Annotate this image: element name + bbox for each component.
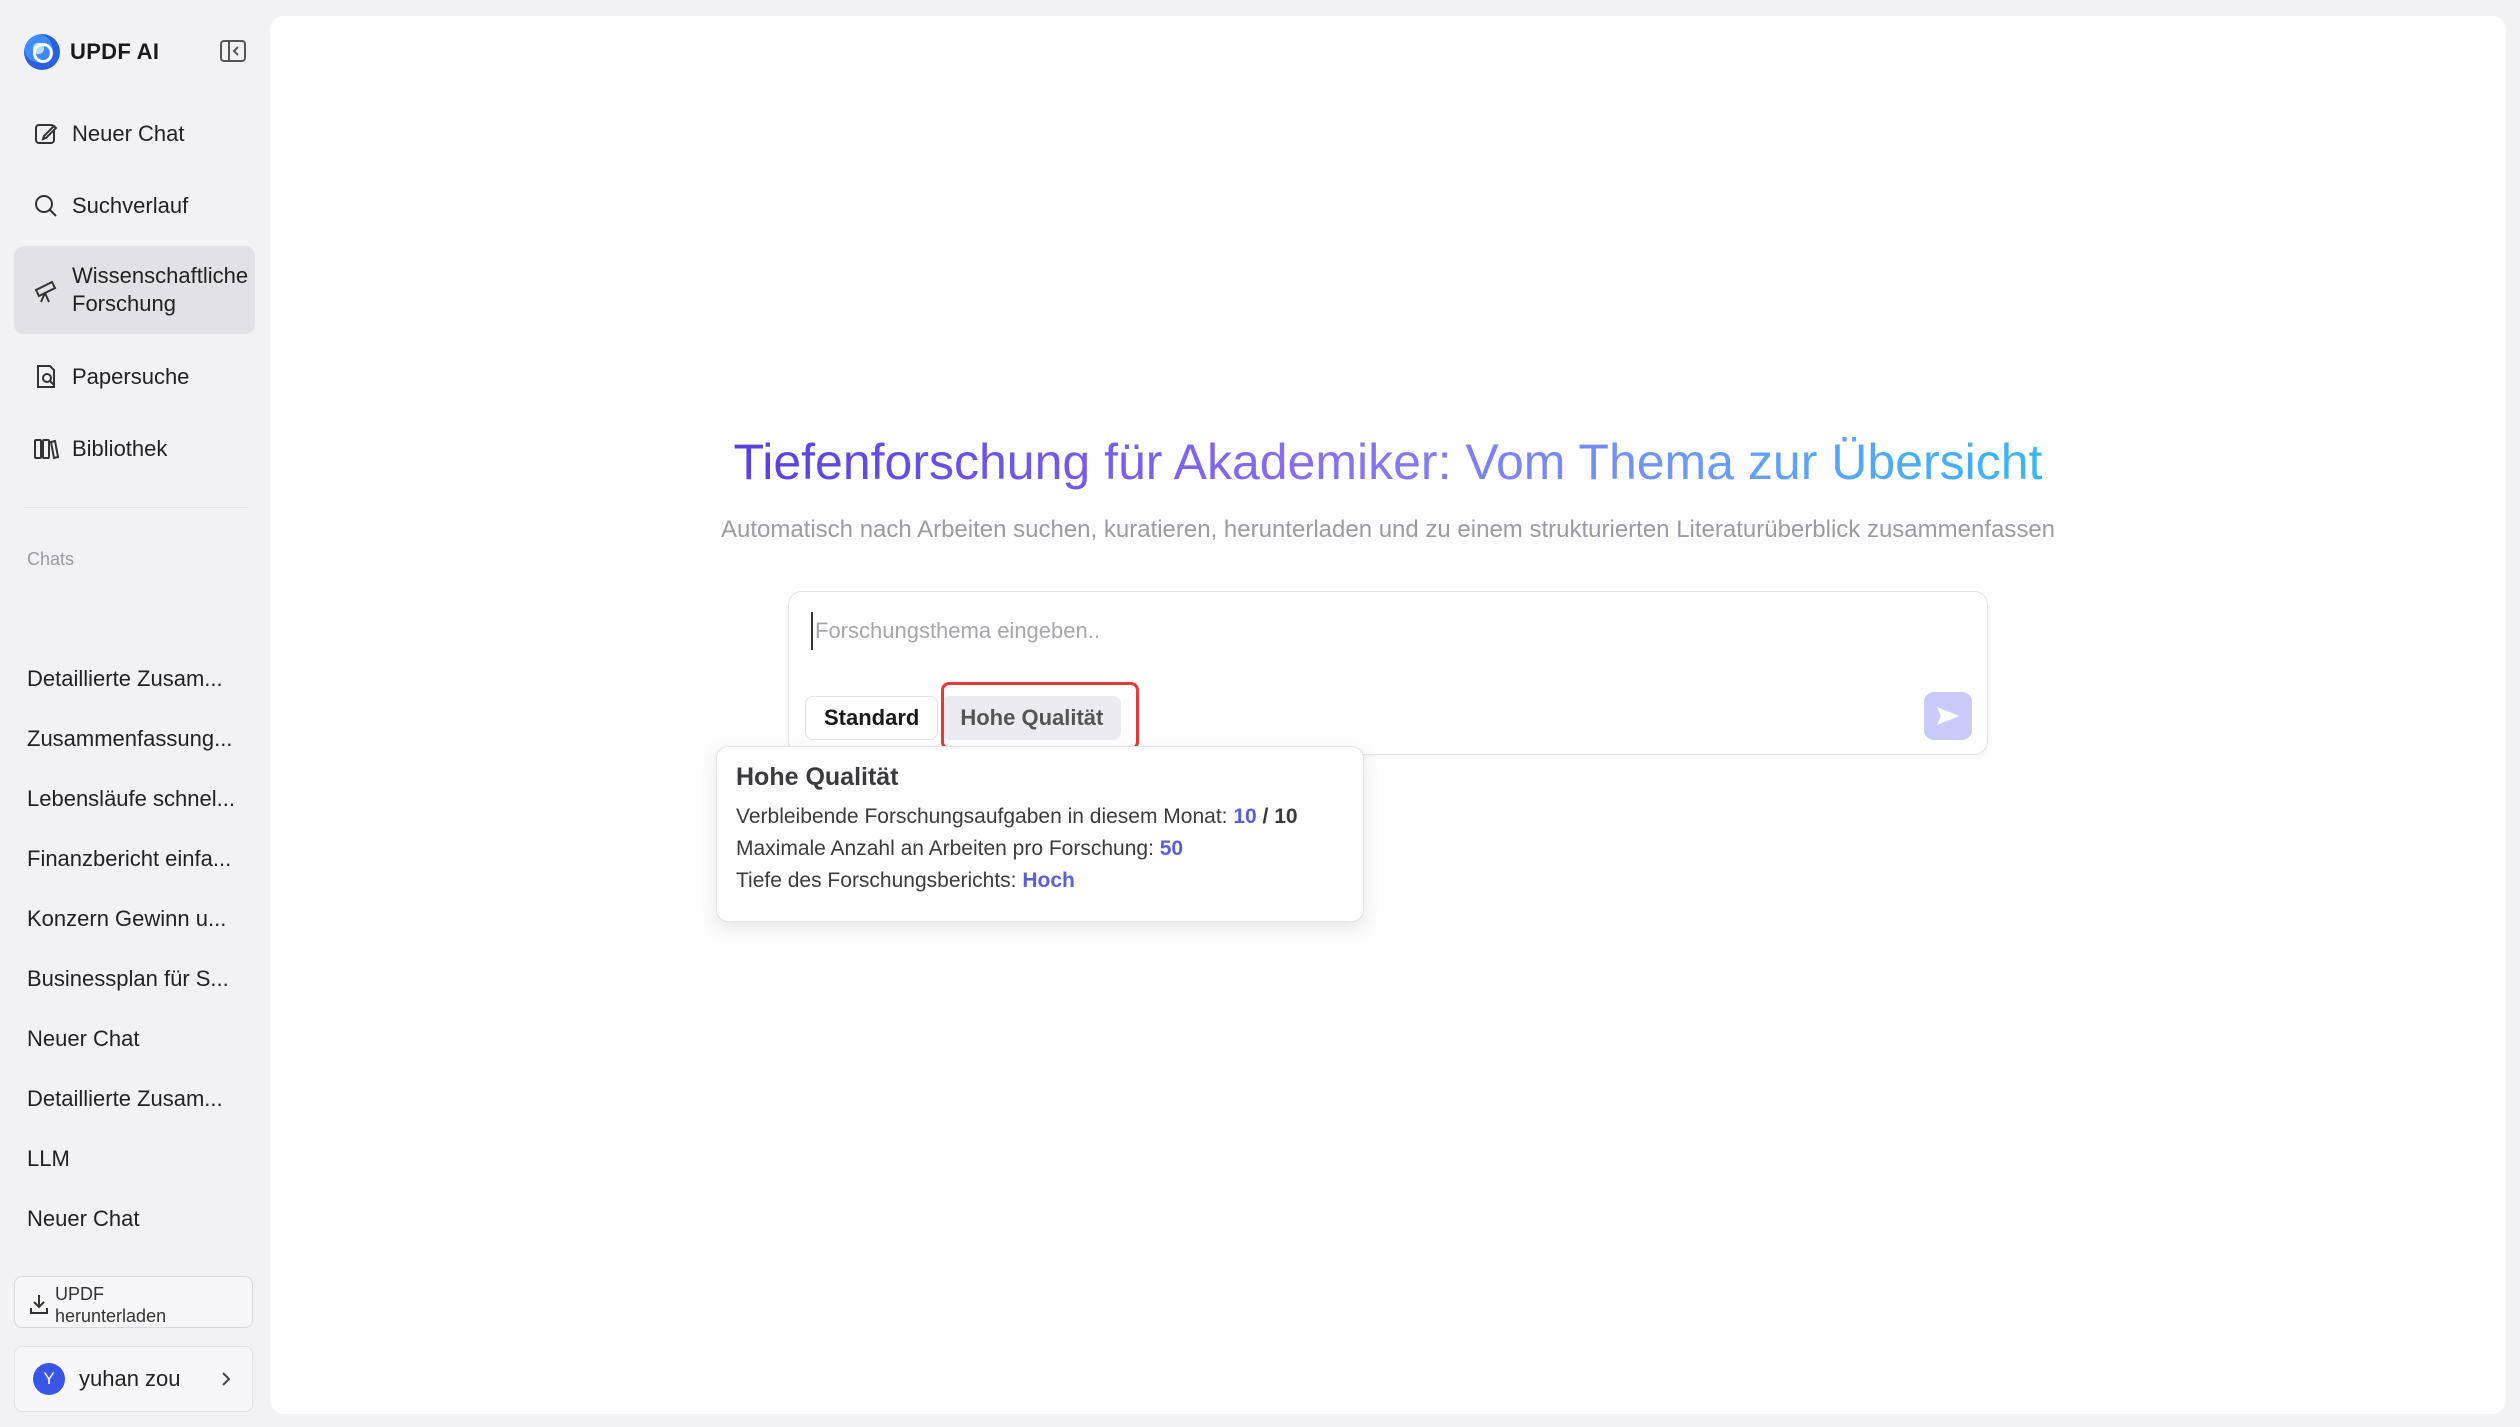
tooltip-row-max-papers: Maximale Anzahl an Arbeiten pro Forschun…: [736, 837, 1183, 861]
send-button[interactable]: [1924, 692, 1972, 740]
updf-logo-icon: [24, 34, 60, 70]
chevron-right-icon: [222, 1372, 231, 1386]
nav-item-scientific-research[interactable]: Wissenschaftliche Forschung: [14, 246, 255, 334]
tasks-separator: /: [1256, 805, 1275, 828]
main-panel: Tiefenforschung für Akademiker: Vom Them…: [270, 16, 2506, 1414]
depth-label: Tiefe des Forschungsberichts:: [736, 869, 1017, 892]
high-quality-tooltip: Hohe Qualität Verbleibende Forschungsauf…: [716, 746, 1364, 922]
chat-list-item[interactable]: Zusammenfassung...: [27, 726, 247, 752]
nav-item-paper-search[interactable]: Papersuche: [14, 357, 255, 397]
library-icon: [34, 439, 60, 460]
brand[interactable]: UPDF AI: [24, 34, 159, 70]
chat-list-item[interactable]: Neuer Chat: [27, 1026, 247, 1052]
tasks-total: 10: [1274, 805, 1298, 828]
chat-list-item[interactable]: Neuer Chat: [27, 1206, 247, 1232]
tooltip-title: Hohe Qualität: [736, 763, 899, 791]
chat-list-item[interactable]: Detaillierte Zusam...: [27, 1086, 247, 1112]
nav-item-label: Neuer Chat: [72, 121, 185, 146]
sidebar: UPDF AI Neuer Chat Suchverlauf Wissensch…: [0, 0, 268, 1427]
mode-standard-button[interactable]: Standard: [805, 696, 939, 740]
depth-value: Hoch: [1022, 869, 1075, 892]
page-title-text: Tiefenforschung für Akademiker: Vom Them…: [733, 434, 2043, 490]
telescope-icon: [34, 280, 57, 303]
tooltip-row-depth: Tiefe des Forschungsberichts: Hoch: [736, 869, 1075, 893]
download-label: UPDF herunterladen: [55, 1284, 167, 1326]
nav-item-search-history[interactable]: Suchverlauf: [14, 186, 255, 226]
paper-search-icon: [37, 365, 55, 388]
chat-list-item[interactable]: LLM: [27, 1146, 247, 1172]
research-topic-input[interactable]: [811, 612, 1817, 650]
max-papers-label: Maximale Anzahl an Arbeiten pro Forschun…: [736, 837, 1154, 860]
chats-section-label: Chats: [27, 549, 75, 569]
edit-icon: [35, 124, 58, 144]
chat-list-item[interactable]: Finanzbericht einfa...: [27, 846, 247, 872]
chat-list-item[interactable]: Lebensläufe schnel...: [27, 786, 247, 812]
page-subtitle: Automatisch nach Arbeiten suchen, kurati…: [720, 516, 2056, 543]
download-icon: [30, 1295, 48, 1314]
avatar: Y: [33, 1363, 65, 1395]
user-name: yuhan zou: [79, 1366, 181, 1391]
quality-mode-toggle: Standard Hohe Qualität: [805, 696, 1122, 740]
nav-item-label: Wissenschaftliche Forschung: [72, 263, 249, 316]
user-account-button[interactable]: Y yuhan zou: [14, 1346, 253, 1412]
send-icon: [1937, 707, 1959, 725]
collapse-sidebar-icon[interactable]: [220, 40, 246, 62]
download-updf-button[interactable]: UPDF herunterladen: [14, 1276, 253, 1328]
tasks-remaining: 10: [1233, 805, 1257, 828]
tasks-label: Verbleibende Forschungsaufgaben in diese…: [736, 805, 1228, 828]
nav-item-label: Bibliothek: [72, 436, 168, 461]
chat-list-item[interactable]: Konzern Gewinn u...: [27, 906, 247, 932]
nav-item-label: Papersuche: [72, 364, 190, 389]
chat-list-item[interactable]: Detaillierte Zusam...: [27, 666, 247, 692]
chat-list-item[interactable]: Businessplan für S...: [27, 966, 247, 992]
tooltip-row-tasks: Verbleibende Forschungsaufgaben in diese…: [736, 805, 1298, 829]
mode-high-quality-button[interactable]: Hohe Qualität: [942, 696, 1122, 740]
nav-item-label: Suchverlauf: [72, 193, 189, 218]
research-input-card: Standard Hohe Qualität: [788, 591, 1988, 755]
nav-item-new-chat[interactable]: Neuer Chat: [14, 114, 255, 154]
nav-item-library[interactable]: Bibliothek: [14, 429, 255, 469]
sidebar-divider: [24, 507, 248, 508]
page-title: Tiefenforschung für Akademiker: Vom Them…: [270, 432, 2506, 492]
max-papers-value: 50: [1159, 837, 1184, 860]
brand-name: UPDF AI: [70, 39, 160, 64]
search-icon: [35, 195, 57, 217]
